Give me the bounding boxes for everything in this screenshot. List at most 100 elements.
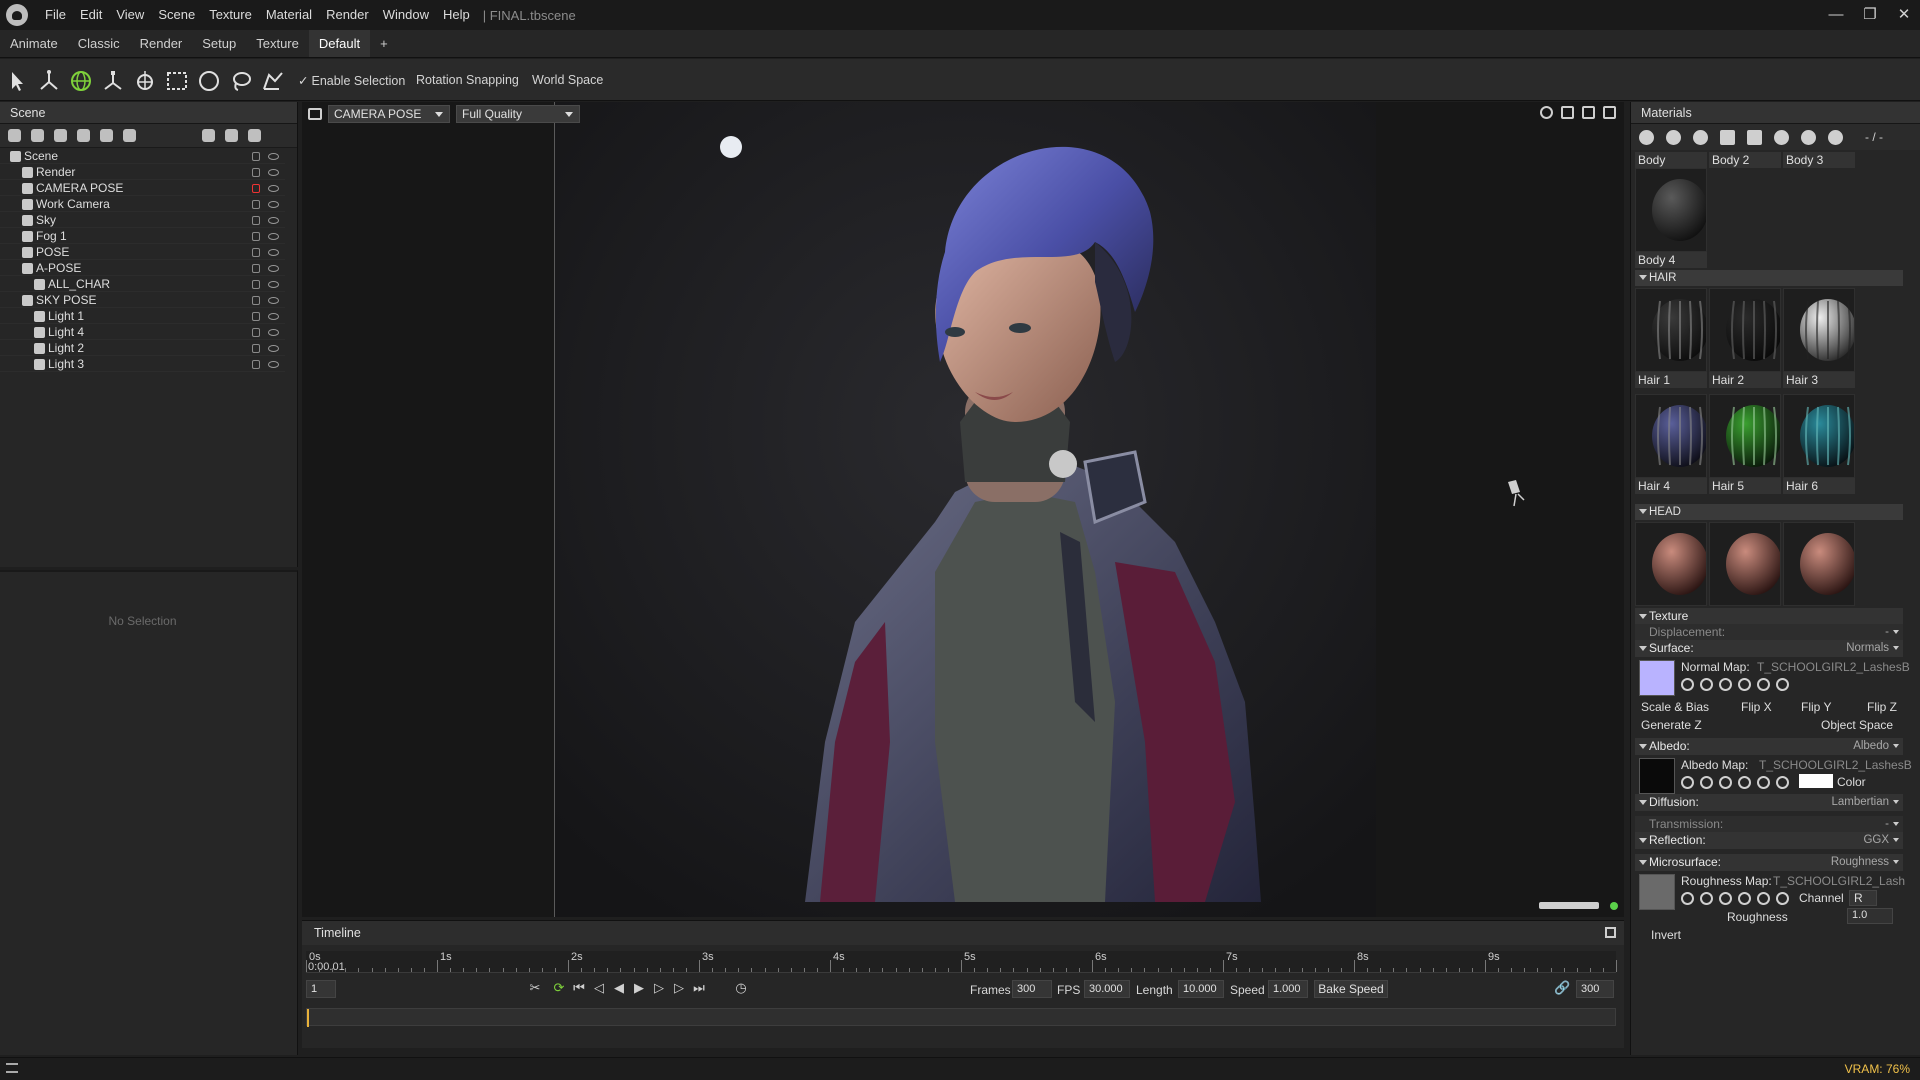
rotation-snapping-toggle[interactable]: Rotation Snapping xyxy=(416,73,519,87)
transmission-section[interactable]: Transmission: - xyxy=(1635,816,1903,833)
menu-window[interactable]: Window xyxy=(376,0,436,30)
current-frame-field[interactable]: 1 xyxy=(306,980,336,998)
material-label[interactable]: Hair 2 xyxy=(1709,372,1781,388)
tab-render[interactable]: Render xyxy=(130,30,193,57)
map-tool-icon[interactable] xyxy=(1700,776,1713,789)
paint-select-icon[interactable] xyxy=(260,68,286,94)
delete-material-icon[interactable] xyxy=(1747,129,1762,145)
lock-icon[interactable] xyxy=(252,264,260,273)
map-tool-icon[interactable] xyxy=(1738,892,1751,905)
material-thumb-body4[interactable] xyxy=(1635,168,1707,252)
albedo-section[interactable]: Albedo: Albedo xyxy=(1635,738,1903,755)
normal-map-swatch[interactable] xyxy=(1639,660,1675,696)
visibility-eye-icon[interactable] xyxy=(268,281,279,288)
add-light-icon[interactable] xyxy=(31,129,44,142)
log-icon[interactable] xyxy=(6,1063,18,1073)
map-tool-icon[interactable] xyxy=(1700,892,1713,905)
move-gizmo-icon[interactable] xyxy=(36,68,62,94)
albedo-map-swatch[interactable] xyxy=(1639,758,1675,794)
minimize-icon[interactable]: — xyxy=(1818,0,1854,30)
restore-icon[interactable]: ❐ xyxy=(1852,0,1888,30)
section-value[interactable]: GGX xyxy=(1863,832,1899,849)
material-label[interactable]: Hair 5 xyxy=(1709,478,1781,494)
group-header-head[interactable]: HEAD xyxy=(1635,504,1903,520)
material-label[interactable]: Hair 1 xyxy=(1635,372,1707,388)
reflection-section[interactable]: Reflection: GGX xyxy=(1635,832,1903,849)
link-icon[interactable]: 🔗 xyxy=(1554,981,1570,995)
material-folder-icon[interactable] xyxy=(1720,129,1735,145)
lock-icon[interactable] xyxy=(252,328,260,337)
menu-help[interactable]: Help xyxy=(436,0,477,30)
scene-tree-item[interactable]: Light 1 xyxy=(0,308,285,324)
map-tool-icon[interactable] xyxy=(1776,776,1789,789)
universal-gizmo-icon[interactable] xyxy=(132,68,158,94)
timeline-track[interactable] xyxy=(306,1008,1616,1027)
play-icon[interactable]: ▶ xyxy=(632,981,646,995)
section-value[interactable]: Normals xyxy=(1846,640,1899,657)
viewport-frame-icon[interactable] xyxy=(1582,106,1595,119)
map-tool-icon[interactable] xyxy=(1757,776,1770,789)
visibility-eye-icon[interactable] xyxy=(268,185,279,192)
add-audio-icon[interactable] xyxy=(123,129,136,142)
lock-icon[interactable] xyxy=(252,168,260,177)
scale-gizmo-icon[interactable] xyxy=(100,68,126,94)
map-tool-icon[interactable] xyxy=(1681,892,1694,905)
add-tab-button[interactable]: + xyxy=(370,30,398,57)
material-label[interactable]: Body 4 xyxy=(1635,252,1707,268)
lock-icon[interactable] xyxy=(252,248,260,257)
add-material-icon[interactable] xyxy=(1639,129,1654,145)
cut-icon[interactable]: ✂ xyxy=(528,981,542,995)
map-tool-icon[interactable] xyxy=(1776,892,1789,905)
lock-icon[interactable] xyxy=(252,344,260,353)
visibility-eye-icon[interactable] xyxy=(268,345,279,352)
merge-material-icon[interactable] xyxy=(1693,129,1708,145)
surface-section[interactable]: Surface: Normals xyxy=(1635,640,1903,657)
map-tool-icon[interactable] xyxy=(1681,776,1694,789)
viewport-settings-icon[interactable] xyxy=(1540,106,1553,119)
next-key-icon[interactable]: ▷ xyxy=(672,981,686,995)
scene-tree-item[interactable]: Work Camera xyxy=(0,196,285,212)
scene-tree-item[interactable]: POSE xyxy=(0,244,285,260)
roughness-map-swatch[interactable] xyxy=(1639,874,1675,910)
menu-texture[interactable]: Texture xyxy=(202,0,259,30)
prev-key-icon[interactable]: ◁ xyxy=(592,981,606,995)
microsurface-section[interactable]: Microsurface: Roughness xyxy=(1635,854,1903,871)
lock-icon[interactable] xyxy=(252,280,260,289)
menu-render[interactable]: Render xyxy=(319,0,376,30)
circle-select-icon[interactable] xyxy=(196,68,222,94)
picker-icon[interactable] xyxy=(1774,129,1789,145)
refresh-material-icon[interactable] xyxy=(1828,129,1843,145)
material-label[interactable]: Hair 6 xyxy=(1783,478,1855,494)
section-value[interactable]: Albedo xyxy=(1853,738,1899,755)
tab-setup[interactable]: Setup xyxy=(192,30,246,57)
channel-select[interactable]: R xyxy=(1849,890,1877,906)
map-tool-icon[interactable] xyxy=(1719,892,1732,905)
enable-selection-toggle[interactable]: ✓ Enable Selection xyxy=(298,73,405,88)
visibility-eye-icon[interactable] xyxy=(268,169,279,176)
visibility-eye-icon[interactable] xyxy=(268,153,279,160)
map-tool-icon[interactable] xyxy=(1681,678,1694,691)
scene-tree-item[interactable]: Sky xyxy=(0,212,285,228)
tab-texture[interactable]: Texture xyxy=(246,30,309,57)
rotate-gizmo-icon[interactable] xyxy=(68,68,94,94)
quality-select[interactable]: Full Quality xyxy=(456,105,580,123)
loop-icon[interactable]: ⟳ xyxy=(552,981,566,995)
lock-icon[interactable] xyxy=(252,312,260,321)
material-label[interactable]: Hair 3 xyxy=(1783,372,1855,388)
lock-icon[interactable] xyxy=(252,296,260,305)
section-value[interactable]: Lambertian xyxy=(1831,794,1899,811)
viewport-popout-icon[interactable] xyxy=(1603,106,1616,119)
scene-tree-item[interactable]: ALL_CHAR xyxy=(0,276,285,292)
length-field[interactable]: 10.000 xyxy=(1178,980,1224,998)
visibility-eye-icon[interactable] xyxy=(268,217,279,224)
tab-animate[interactable]: Animate xyxy=(0,30,68,57)
map-tool-icon[interactable] xyxy=(1700,678,1713,691)
menu-view[interactable]: View xyxy=(109,0,151,30)
duplicate-icon[interactable] xyxy=(225,129,238,142)
scene-tree-item[interactable]: Scene xyxy=(0,148,285,164)
diffusion-section[interactable]: Diffusion: Lambertian xyxy=(1635,794,1903,811)
visibility-eye-icon[interactable] xyxy=(268,313,279,320)
material-thumb-hair[interactable] xyxy=(1635,394,1707,478)
scene-tree-item[interactable]: SKY POSE xyxy=(0,292,285,308)
scene-tree-item[interactable]: Light 2 xyxy=(0,340,285,356)
